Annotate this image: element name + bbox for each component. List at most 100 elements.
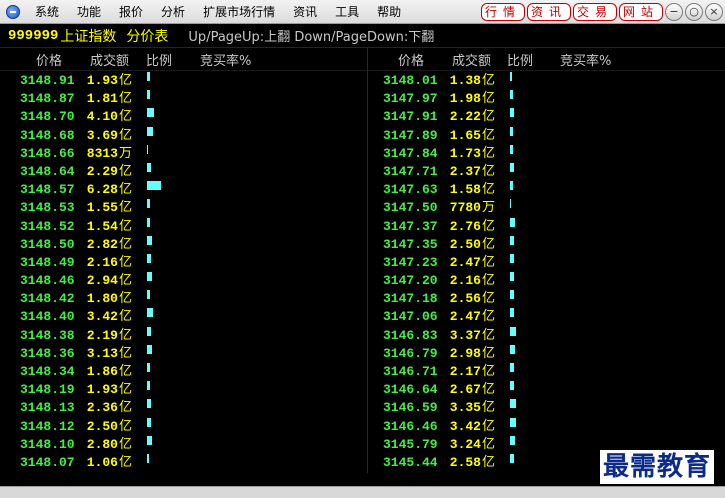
table-row[interactable]: 3147.35 2.50 亿: [363, 235, 725, 254]
table-row[interactable]: 3147.97 1.98 亿: [363, 90, 725, 108]
table-row[interactable]: 3148.19 1.93 亿: [0, 381, 362, 399]
table-row[interactable]: 3148.50 2.82 亿: [0, 235, 362, 254]
volume-unit: 亿: [482, 418, 496, 434]
menu-functions[interactable]: 功能: [68, 0, 110, 24]
volume-unit: 亿: [119, 345, 133, 361]
ratio-bar: [510, 199, 511, 209]
table-row[interactable]: 3146.64 2.67 亿: [363, 381, 725, 399]
volume-unit: 亿: [119, 163, 133, 179]
table-row[interactable]: 3146.59 3.35 亿: [363, 399, 725, 417]
price-cell: 3146.79: [383, 345, 438, 361]
close-icon[interactable]: ×: [705, 2, 723, 21]
table-row[interactable]: 3147.06 2.47 亿: [363, 308, 725, 326]
table-row[interactable]: 3148.07 1.06 亿: [0, 453, 362, 472]
table-row[interactable]: 3148.46 2.94 亿: [0, 272, 362, 290]
price-table-right[interactable]: 3148.01 1.38 亿 3147.97 1.98 亿 3147.91 2.22 亿 3147…: [363, 72, 725, 472]
volume-unit: 亿: [482, 273, 496, 289]
menu-analysis[interactable]: 分析: [152, 0, 194, 24]
table-row[interactable]: 3148.87 1.81 亿: [0, 90, 362, 108]
menu-news[interactable]: 资讯: [284, 0, 326, 24]
quick-button-trade[interactable]: 交易: [572, 2, 617, 21]
table-row[interactable]: 3147.18 2.56 亿: [363, 290, 725, 308]
restore-icon[interactable]: ○: [685, 2, 703, 21]
table-row[interactable]: 3147.63 1.58 亿: [363, 181, 725, 199]
table-row[interactable]: 3148.42 1.80 亿: [0, 290, 362, 308]
menu-system[interactable]: 系统: [26, 0, 68, 24]
table-row[interactable]: 3148.57 6.28 亿: [0, 181, 362, 199]
ratio-bar: [510, 417, 516, 427]
volume-cell: 1.86: [86, 364, 118, 379]
menu-tools[interactable]: 工具: [326, 0, 368, 24]
volume-cell: 2.16: [449, 273, 481, 289]
table-row[interactable]: 3147.37 2.76 亿: [363, 217, 725, 236]
quick-button-quotes[interactable]: 行情: [480, 2, 525, 21]
col-header-ratio-right: 比例: [507, 54, 534, 69]
volume-unit: 亿: [482, 400, 496, 416]
volume-cell: 7780: [449, 200, 481, 216]
menu-help[interactable]: 帮助: [368, 0, 410, 24]
minimize-icon[interactable]: −: [665, 2, 683, 21]
volume-cell: 1.58: [449, 182, 481, 198]
price-cell: 3147.20: [383, 273, 438, 289]
table-row[interactable]: 3148.49 2.16 亿: [0, 253, 362, 272]
volume-unit: 万: [482, 200, 496, 216]
table-row[interactable]: 3146.71 2.17 亿: [363, 363, 725, 381]
price-cell: 3147.63: [383, 182, 438, 198]
volume-cell: 1.93: [86, 73, 118, 88]
table-row[interactable]: 3148.12 2.50 亿: [0, 417, 362, 436]
table-row[interactable]: 3148.64 2.29 亿: [0, 162, 362, 181]
table-row[interactable]: 3146.46 3.42 亿: [363, 417, 725, 436]
price-cell: 3145.79: [383, 436, 438, 452]
table-row[interactable]: 3147.84 1.73 亿: [363, 144, 725, 163]
volume-cell: 2.56: [449, 291, 481, 307]
ratio-bar: [510, 235, 514, 245]
table-row[interactable]: 3148.40 3.42 亿: [0, 308, 362, 326]
app-icon[interactable]: [6, 4, 20, 19]
menu-extended-market[interactable]: 扩展市场行情: [194, 0, 284, 24]
table-row[interactable]: 3147.20 2.16 亿: [363, 272, 725, 290]
table-row[interactable]: 3147.50 7780 万: [363, 199, 725, 217]
quick-button-news[interactable]: 资讯: [526, 2, 571, 21]
ratio-bar: [147, 235, 152, 245]
price-cell: 3148.50: [20, 236, 75, 252]
table-row[interactable]: 3147.71 2.37 亿: [363, 162, 725, 181]
ratio-bar: [510, 162, 514, 172]
table-row[interactable]: 3148.70 4.10 亿: [0, 108, 362, 126]
table-row[interactable]: 3147.23 2.47 亿: [363, 253, 725, 272]
table-row[interactable]: 3148.53 1.55 亿: [0, 199, 362, 217]
table-row[interactable]: 3146.83 3.37 亿: [363, 326, 725, 345]
price-cell: 3148.49: [20, 254, 75, 270]
table-row[interactable]: 3148.68 3.69 亿: [0, 126, 362, 145]
table-row[interactable]: 3147.91 2.22 亿: [363, 108, 725, 126]
table-row[interactable]: 3148.10 2.80 亿: [0, 435, 362, 454]
table-row[interactable]: 3148.52 1.54 亿: [0, 217, 362, 236]
price-cell: 3148.68: [20, 127, 75, 143]
table-row[interactable]: 3148.13 2.36 亿: [0, 399, 362, 417]
volume-unit: 亿: [482, 109, 496, 125]
table-row[interactable]: 3148.38 2.19 亿: [0, 326, 362, 345]
volume-cell: 2.58: [449, 454, 481, 470]
table-row[interactable]: 3148.91 1.93 亿: [0, 72, 362, 90]
table-row[interactable]: 3148.36 3.13 亿: [0, 344, 362, 363]
ratio-bar: [147, 144, 148, 154]
price-cell: 3147.97: [383, 91, 438, 107]
menu-quotes[interactable]: 报价: [110, 0, 152, 24]
price-table-left[interactable]: 3148.91 1.93 亿 3148.87 1.81 亿 3148.70 4.10 亿 3148…: [0, 72, 362, 472]
price-cell: 3147.50: [383, 200, 438, 216]
volume-cell: 8313: [86, 145, 118, 161]
ratio-bar: [147, 453, 149, 463]
volume-cell: 4.10: [86, 109, 118, 125]
volume-cell: 2.82: [86, 236, 118, 252]
price-cell: 3148.64: [20, 163, 75, 179]
volume-unit: 亿: [119, 273, 133, 289]
volume-unit: 亿: [119, 218, 133, 234]
table-row[interactable]: 3148.34 1.86 亿: [0, 363, 362, 381]
ratio-bar: [510, 181, 513, 191]
table-row[interactable]: 3148.01 1.38 亿: [363, 72, 725, 90]
volume-unit: 亿: [482, 127, 496, 143]
quick-button-website[interactable]: 网站: [618, 2, 663, 21]
table-row[interactable]: 3146.79 2.98 亿: [363, 344, 725, 363]
volume-unit: 亿: [119, 182, 133, 198]
table-row[interactable]: 3147.89 1.65 亿: [363, 126, 725, 145]
table-row[interactable]: 3148.66 8313 万: [0, 144, 362, 163]
